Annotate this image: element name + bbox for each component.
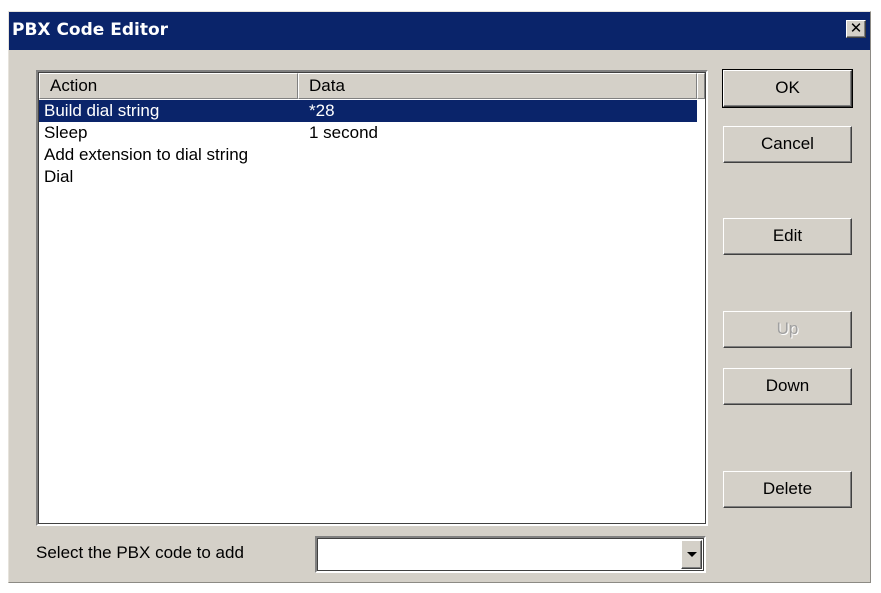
down-button[interactable]: Down [723, 368, 852, 405]
dropdown-button[interactable] [681, 540, 702, 569]
list-row[interactable]: Build dial string *28 [39, 100, 697, 122]
column-header-action[interactable]: Action [39, 73, 298, 99]
row-action: Dial [44, 167, 74, 186]
cancel-button[interactable]: Cancel [723, 126, 852, 163]
column-header-data[interactable]: Data [298, 73, 697, 99]
row-data: 1 second [309, 123, 378, 142]
edit-button[interactable]: Edit [723, 218, 852, 255]
row-action: Build dial string [44, 101, 160, 120]
list-row[interactable]: Dial [39, 166, 697, 188]
close-button[interactable]: ✕ [846, 20, 866, 38]
list-row[interactable]: Add extension to dial string [39, 144, 697, 166]
row-data: *28 [309, 101, 335, 120]
ok-button[interactable]: OK [722, 69, 853, 108]
chevron-down-icon [687, 552, 697, 557]
pbx-code-select[interactable] [315, 536, 706, 573]
pbx-code-editor-dialog: PBX Code Editor ✕ Action Data Build dial… [8, 11, 871, 583]
row-action: Sleep [44, 123, 88, 142]
pbx-action-list[interactable]: Action Data Build dial string *28 Sleep … [36, 70, 708, 526]
row-action: Add extension to dial string [44, 145, 249, 164]
list-header: Action Data [39, 73, 705, 99]
close-icon: ✕ [849, 19, 863, 37]
column-header-filler [697, 73, 705, 99]
title-bar[interactable]: PBX Code Editor ✕ [9, 12, 870, 50]
add-code-label: Select the PBX code to add [36, 543, 244, 562]
list-row[interactable]: Sleep 1 second [39, 122, 697, 144]
list-rows: Build dial string *28 Sleep 1 second Add… [39, 100, 705, 188]
window-title: PBX Code Editor [12, 20, 169, 40]
up-button[interactable]: Up [723, 311, 852, 348]
delete-button[interactable]: Delete [723, 471, 852, 508]
